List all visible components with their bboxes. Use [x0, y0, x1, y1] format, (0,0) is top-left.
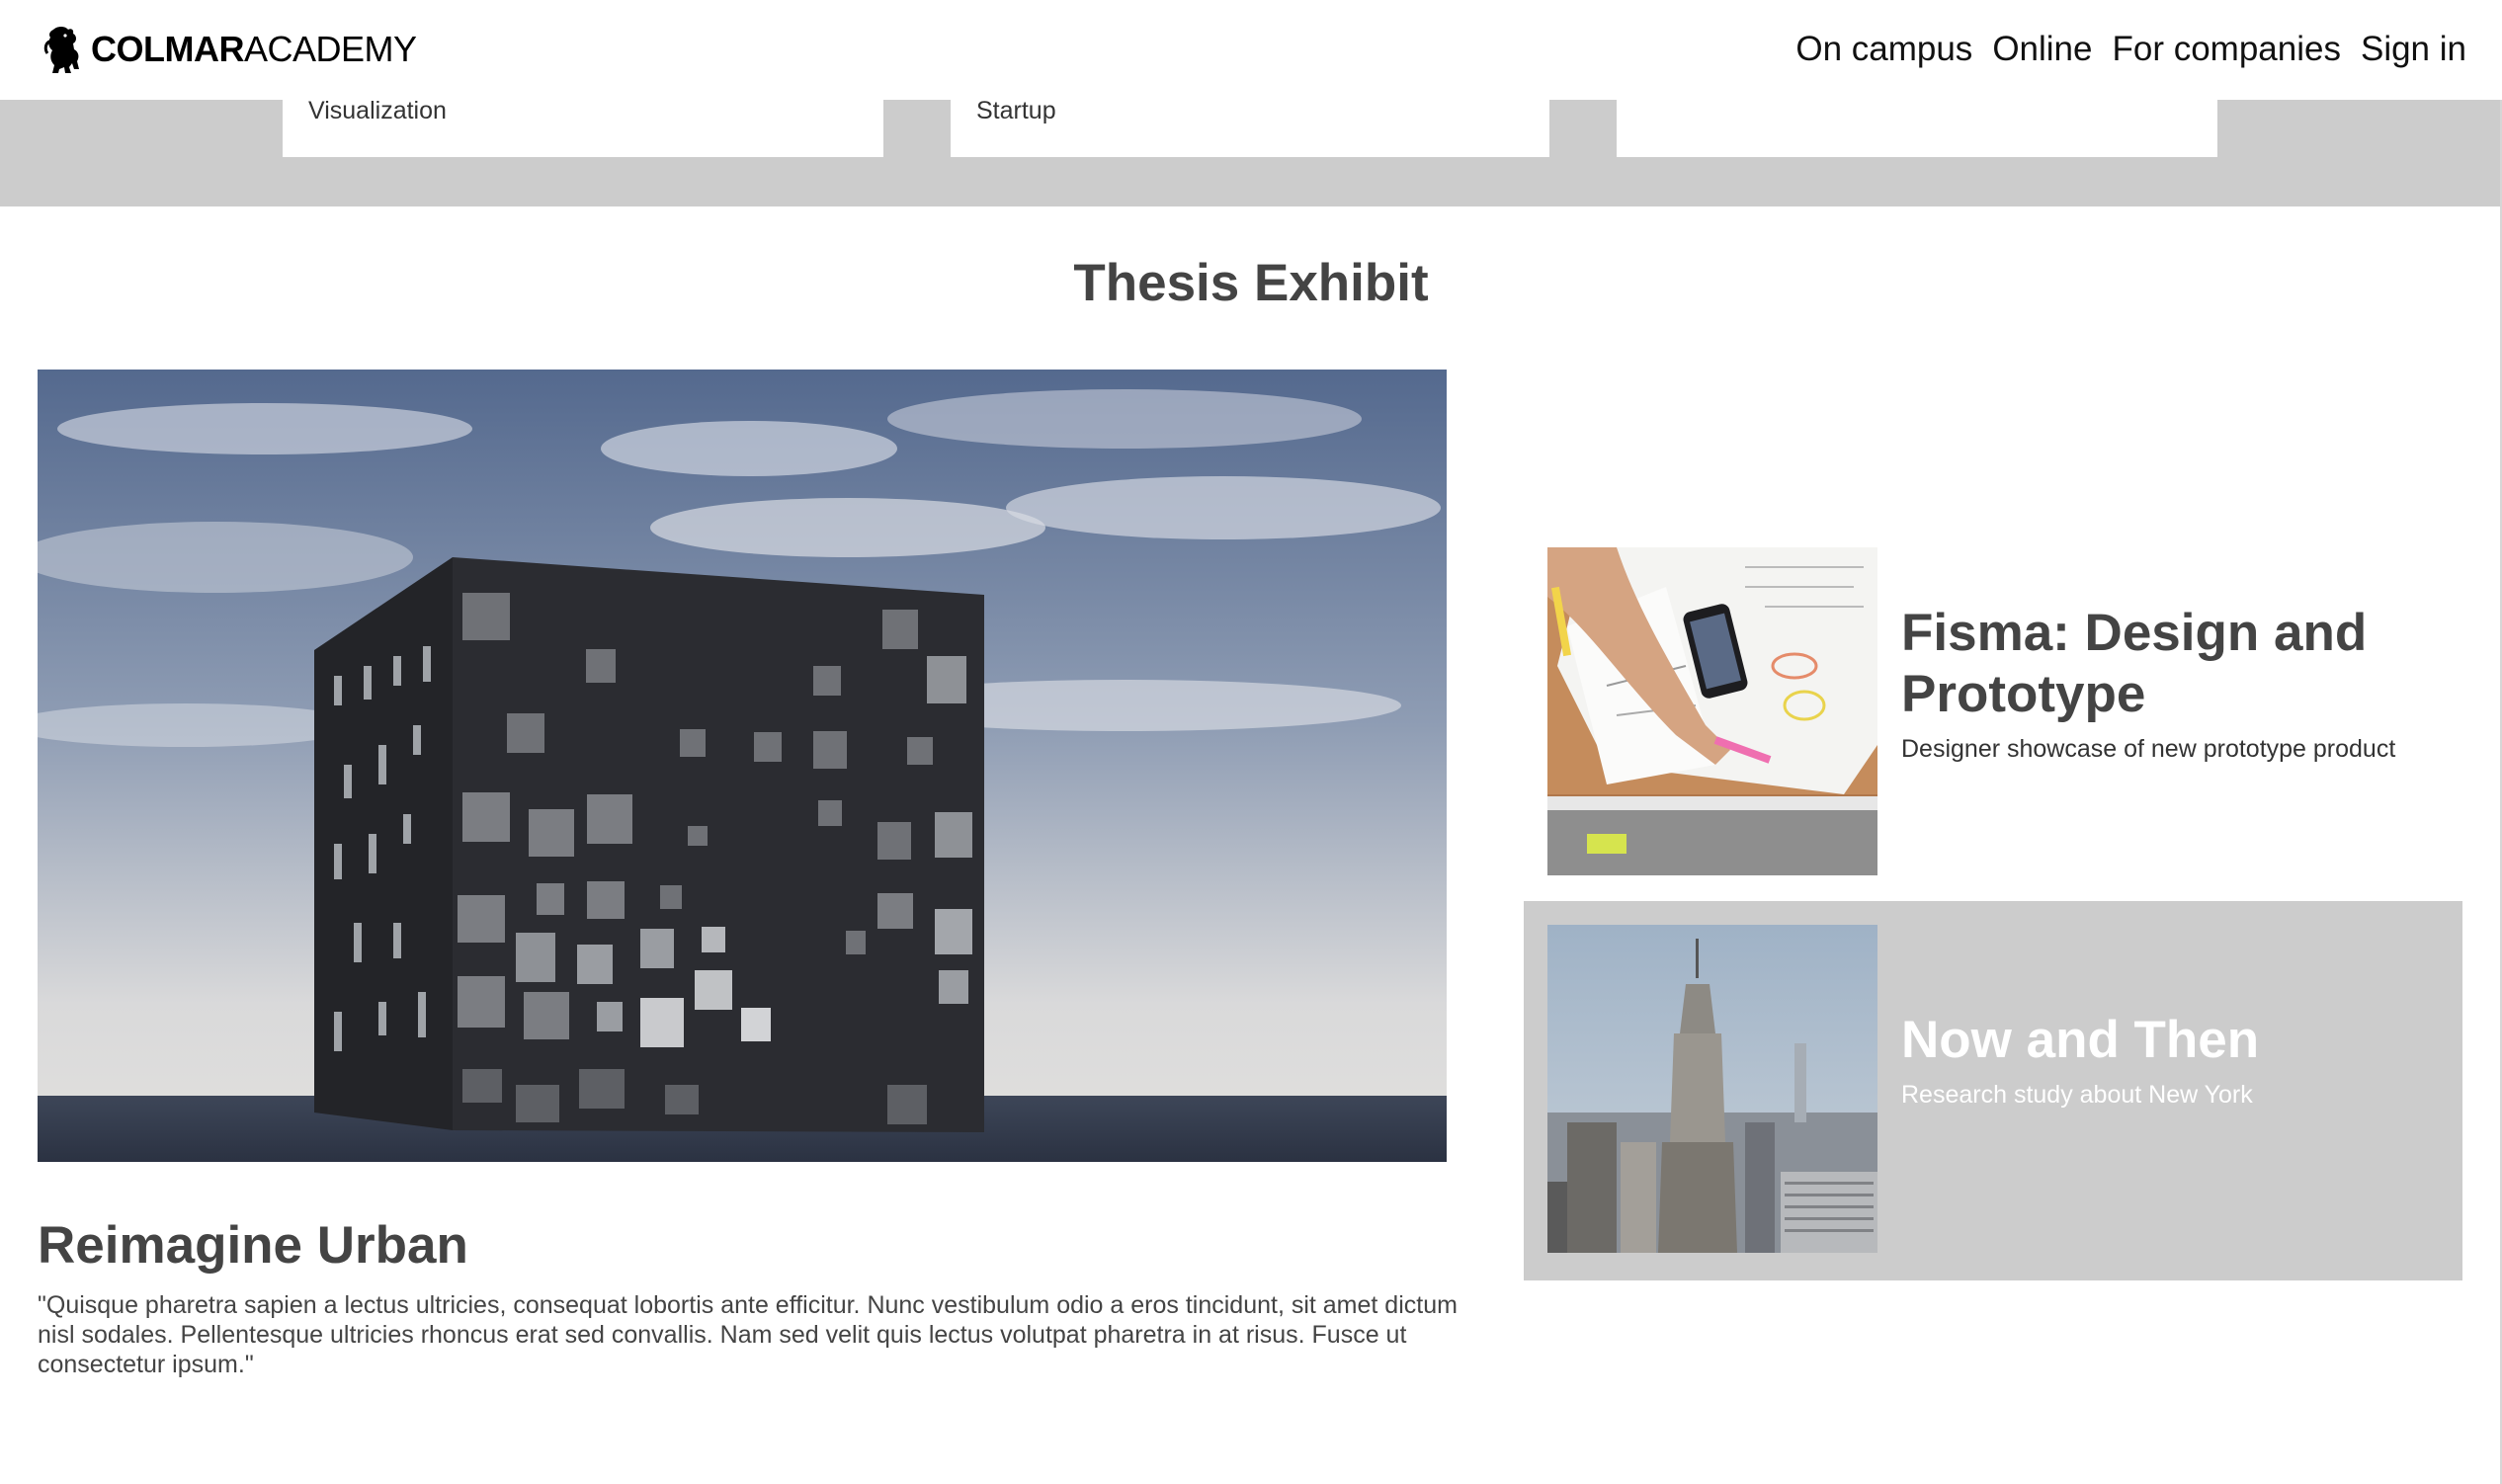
program-card-third[interactable] [1617, 100, 2217, 157]
program-card-startup[interactable]: Startup [951, 97, 1549, 157]
card-subtitle: Research study about New York [1901, 1081, 2253, 1109]
fisma-card-text: Fisma: Design and Prototype Designer sho… [1901, 603, 2443, 765]
program-card-label: Startup [976, 97, 1056, 124]
now-and-then-card-text: Now and Then Research study about New Yo… [1901, 1010, 2443, 1111]
program-card-label: Visualization [308, 97, 447, 124]
logo-wordmark: COLMARACADEMY [91, 29, 417, 70]
featured-title[interactable]: Reimagine Urban [38, 1215, 468, 1276]
site-header: COLMARACADEMY On campus Online For compa… [0, 0, 2502, 100]
lion-logo-icon [43, 27, 79, 73]
new-york-thumbnail-image [1547, 925, 1877, 1253]
nav-for-companies[interactable]: For companies [2112, 26, 2340, 73]
exhibit-card-now-and-then[interactable]: Now and Then Research study about New Yo… [1524, 901, 2462, 1280]
featured-building-image[interactable] [38, 370, 1447, 1162]
featured-article: Reimagine Urban "Quisque pharetra sapien… [38, 370, 1458, 1378]
featured-description: "Quisque pharetra sapien a lectus ultric… [38, 1291, 1458, 1378]
section-title: Thesis Exhibit [1073, 254, 1429, 312]
nav-sign-in[interactable]: Sign in [2361, 26, 2466, 73]
main-nav: On campus Online For companies Sign in [1795, 26, 2466, 73]
exhibit-card-fisma[interactable]: Fisma: Design and Prototype Designer sho… [1524, 524, 2462, 901]
nav-on-campus[interactable]: On campus [1795, 26, 1972, 73]
card-subtitle: Designer showcase of new prototype produ… [1901, 735, 2396, 763]
program-card-visualization[interactable]: Visualization [283, 97, 883, 157]
logo-wordmark-light: ACADEMY [243, 29, 417, 69]
card-title: Now and Then [1901, 1011, 2260, 1069]
card-title: Fisma: Design and Prototype [1901, 604, 2368, 723]
logo-link[interactable]: COLMARACADEMY [43, 22, 417, 77]
logo-wordmark-bold: COLMAR [91, 29, 244, 69]
fisma-thumbnail-image [1547, 547, 1877, 875]
nav-online[interactable]: Online [1992, 26, 2092, 73]
program-band: Visualization Startup [0, 97, 2500, 206]
